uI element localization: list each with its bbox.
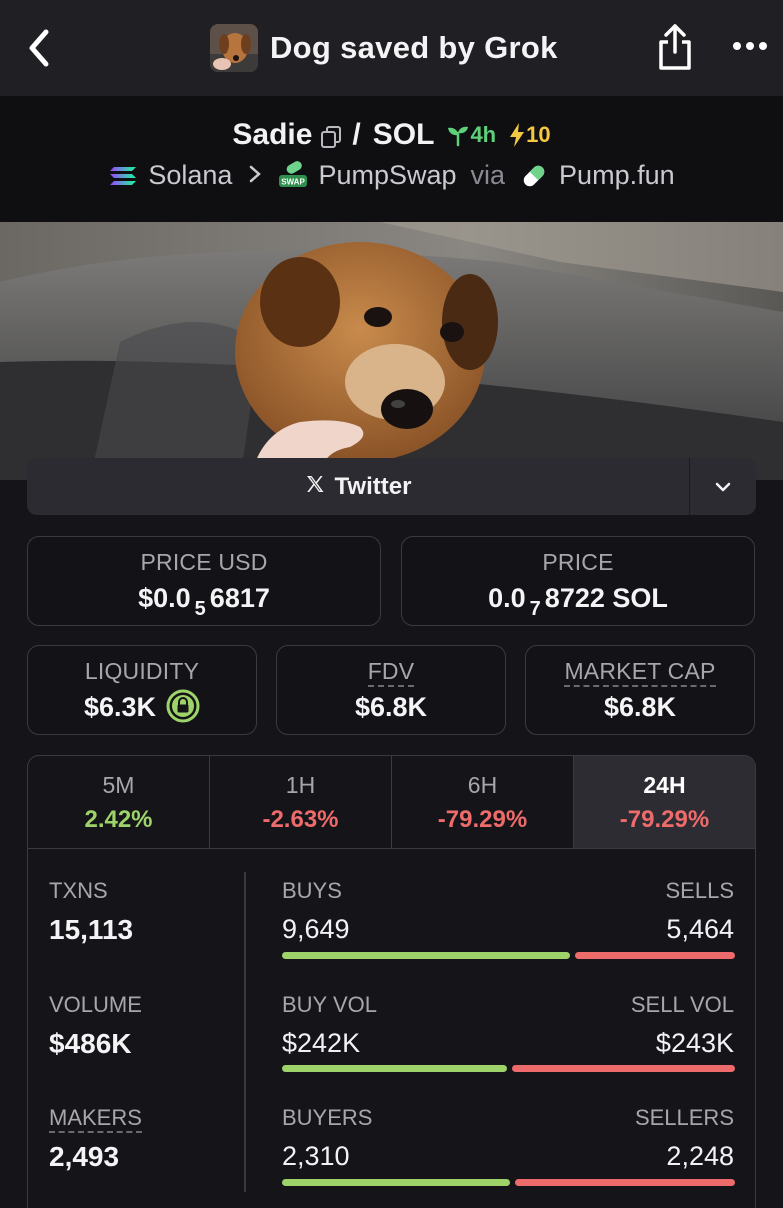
sell-volume-value: $243K xyxy=(655,1028,734,1058)
quote-token-symbol: SOL xyxy=(372,118,435,151)
price-sol-value: 0.0 7 8722 SOL xyxy=(488,583,668,620)
tab-change: -79.29% xyxy=(437,806,528,833)
chevron-right-icon xyxy=(248,160,262,191)
stats-divider xyxy=(244,872,246,1192)
tab-label: 5M xyxy=(102,772,135,798)
buy-volume-bar xyxy=(282,1065,507,1072)
sellers-value: 2,248 xyxy=(666,1141,734,1171)
buys-value: 9,649 xyxy=(282,914,350,944)
pumpswap-badge: SWAP xyxy=(282,177,306,186)
sells-label: SELLS xyxy=(665,878,735,903)
volume-value: $486K xyxy=(49,1028,132,1059)
makers-value: 2,493 xyxy=(49,1141,120,1172)
sells-bar xyxy=(575,952,735,959)
price-sol-card: PRICE 0.0 7 8722 SOL xyxy=(401,536,755,626)
trade-stats-panel: TXNS 15,113 VOLUME $486K MAKERS 2,493 BU… xyxy=(27,848,756,1208)
volume-label: VOLUME xyxy=(49,992,142,1017)
fdv-value: $6.8K xyxy=(354,692,428,722)
page-title: Dog saved by Grok xyxy=(270,30,558,65)
liquidity-label: LIQUIDITY xyxy=(84,658,200,684)
price-usd-value: $0.0 5 6817 xyxy=(138,583,270,620)
solana-logo-icon xyxy=(108,161,138,191)
chevron-down-icon xyxy=(715,482,731,491)
pair-separator: / xyxy=(352,118,361,151)
tab-change: -79.29% xyxy=(619,806,710,833)
top-bar: Dog saved by Grok xyxy=(0,0,783,96)
twitter-label: Twitter xyxy=(334,472,412,500)
pair-line: Sadie / SOL 4h 10 xyxy=(0,118,783,152)
tab-label: 6H xyxy=(467,772,498,798)
sprout-icon xyxy=(448,126,469,147)
dex-name[interactable]: PumpSwap xyxy=(318,160,456,191)
tab-change: -2.63% xyxy=(262,806,339,833)
fdv-label: FDV xyxy=(367,658,415,687)
liquidity-card: LIQUIDITY $6.3K xyxy=(27,645,257,735)
buyers-label: BUYERS xyxy=(282,1105,373,1130)
pumpswap-logo-icon: SWAP xyxy=(278,160,308,191)
buys-bar xyxy=(282,952,570,959)
boost-count[interactable]: 10 xyxy=(508,122,551,148)
liquidity-lock-icon[interactable] xyxy=(166,689,200,723)
tab-24h[interactable]: 24H -79.29% xyxy=(574,756,755,848)
timeframe-tabs: 5M 2.42% 1H -2.63% 6H -79.29% 24H -79.29… xyxy=(27,755,756,849)
sells-value: 5,464 xyxy=(666,914,734,944)
via-label: via xyxy=(470,160,506,190)
makers-label[interactable]: MAKERS xyxy=(49,1105,142,1133)
lightning-icon xyxy=(510,123,525,147)
copy-icon[interactable] xyxy=(320,123,342,148)
market-cap-value: $6.8K xyxy=(603,692,677,722)
sellers-bar xyxy=(515,1179,735,1186)
launchpad-name[interactable]: Pump.fun xyxy=(559,160,675,191)
links-dropdown-button[interactable] xyxy=(690,458,756,515)
market-cap-card[interactable]: MARKET CAP $6.8K xyxy=(525,645,755,735)
pair-header xyxy=(0,96,783,222)
price-usd-card: PRICE USD $0.0 5 6817 xyxy=(27,536,381,626)
social-links-bar: Twitter xyxy=(27,458,756,515)
sell-volume-bar xyxy=(512,1065,735,1072)
twitter-link-button[interactable]: Twitter xyxy=(27,458,690,515)
more-options-icon[interactable] xyxy=(730,36,770,56)
sell-volume-label: SELL VOL xyxy=(630,992,734,1017)
tab-1h[interactable]: 1H -2.63% xyxy=(210,756,392,848)
txns-label: TXNS xyxy=(49,878,108,903)
tab-change: 2.42% xyxy=(84,806,153,833)
buy-volume-value: $242K xyxy=(282,1028,361,1058)
buyers-value: 2,310 xyxy=(282,1141,350,1171)
txns-value: 15,113 xyxy=(49,914,134,945)
tab-label: 1H xyxy=(285,772,316,798)
x-logo-icon xyxy=(305,474,325,500)
buy-volume-label: BUY VOL xyxy=(282,992,377,1017)
pair-age-value: 4h xyxy=(470,122,497,147)
price-sol-label: PRICE xyxy=(542,549,614,575)
chain-name[interactable]: Solana xyxy=(148,160,232,191)
fdv-card[interactable]: FDV $6.8K xyxy=(276,645,506,735)
pair-age: 4h xyxy=(446,122,496,148)
buyers-bar xyxy=(282,1179,510,1186)
price-usd-label: PRICE USD xyxy=(140,549,268,575)
market-cap-label: MARKET CAP xyxy=(564,658,716,687)
base-token-symbol: Sadie xyxy=(232,118,313,151)
tab-5m[interactable]: 5M 2.42% xyxy=(28,756,210,848)
token-header: Dog saved by Grok xyxy=(210,24,558,72)
token-banner-image xyxy=(0,222,783,480)
back-chevron-icon[interactable] xyxy=(22,26,58,70)
buys-label: BUYS xyxy=(282,878,342,903)
tab-6h[interactable]: 6H -79.29% xyxy=(392,756,574,848)
token-avatar xyxy=(210,24,258,72)
liquidity-value: $6.3K xyxy=(28,689,256,726)
chain-breadcrumb: Solana SWAP PumpSwap via Pump.fun xyxy=(0,160,783,191)
pill-icon xyxy=(519,161,549,191)
sellers-label: SELLERS xyxy=(634,1105,734,1130)
boost-value: 10 xyxy=(526,122,551,147)
tab-label: 24H xyxy=(643,772,686,798)
share-icon[interactable] xyxy=(655,22,695,72)
